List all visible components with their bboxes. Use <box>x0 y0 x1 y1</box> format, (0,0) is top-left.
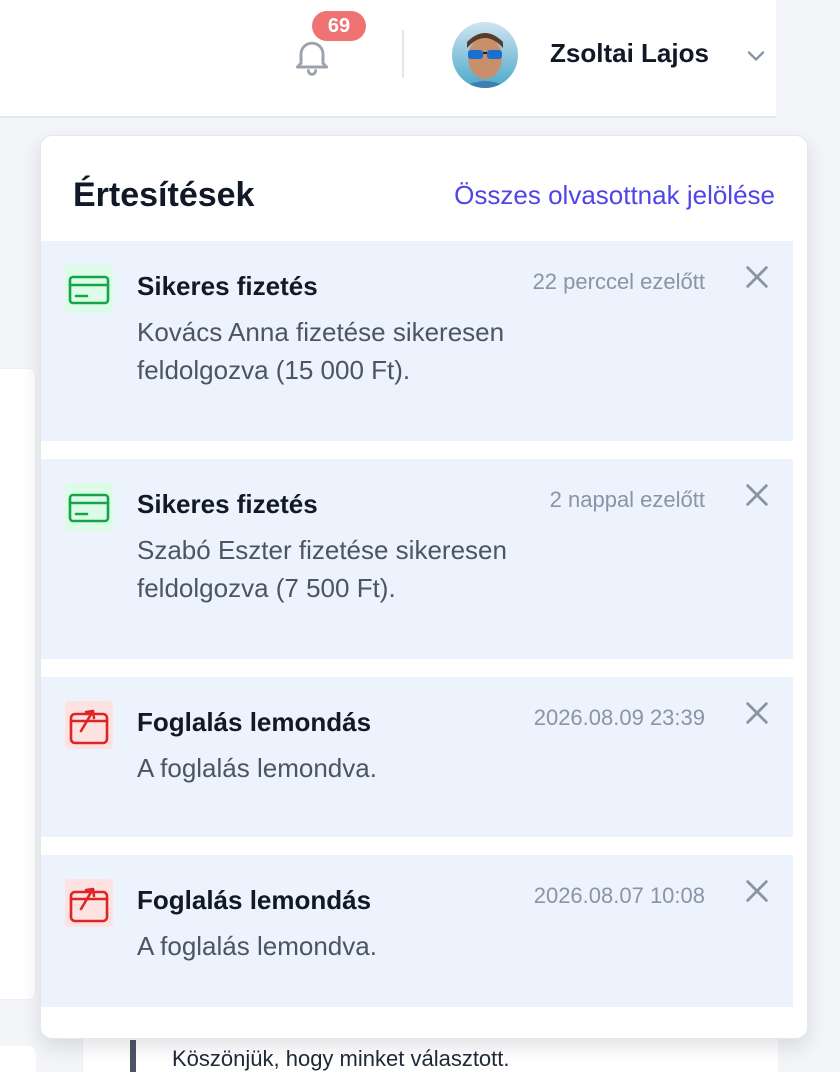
mark-all-read-link[interactable]: Összes olvasottnak jelölése <box>454 180 775 211</box>
notification-time: 2 nappal ezelőtt <box>549 487 705 512</box>
avatar[interactable] <box>452 22 518 88</box>
background-card <box>0 1046 36 1072</box>
panel-title: Értesítések <box>73 176 255 214</box>
close-icon <box>746 484 768 506</box>
notification-body: A foglalás lemondva. <box>137 753 377 783</box>
background-card <box>0 368 36 1000</box>
quote-bar <box>130 1040 136 1072</box>
dismiss-notification-button[interactable] <box>743 699 771 727</box>
close-icon <box>746 266 768 288</box>
notification-item[interactable]: Foglalás lemondás 2026.08.07 10:08 A fog… <box>41 855 793 1007</box>
close-icon <box>746 702 768 724</box>
credit-card-icon <box>65 265 113 313</box>
notification-count-badge: 69 <box>312 11 366 41</box>
notification-title: Foglalás lemondás <box>137 885 372 915</box>
notification-body: Szabó Eszter fizetése sikeresen feldolgo… <box>137 535 507 603</box>
calendar-cancel-icon <box>65 701 113 749</box>
notification-item[interactable]: Foglalás lemondás 2026.08.09 23:39 A fog… <box>41 677 793 837</box>
user-name[interactable]: Zsoltai Lajos <box>550 38 709 69</box>
dismiss-notification-button[interactable] <box>743 481 771 509</box>
top-bar: 69 Zsoltai Lajos <box>0 0 776 118</box>
background-quote-text: Köszönjük, hogy minket választott. <box>172 1046 510 1071</box>
notification-title: Sikeres fizetés <box>137 489 318 519</box>
chevron-down-icon <box>747 51 765 61</box>
notification-title: Foglalás lemondás <box>137 707 372 737</box>
notifications-panel: Értesítések Összes olvasottnak jelölése … <box>40 135 808 1039</box>
notification-item[interactable]: Sikeres fizetés 22 perccel ezelőtt Kovác… <box>41 241 793 441</box>
header-divider <box>402 30 404 78</box>
notification-time: 2026.08.07 10:08 <box>533 883 705 908</box>
notification-body: Kovács Anna fizetése sikeresen feldolgoz… <box>137 317 505 385</box>
notification-item[interactable]: Sikeres fizetés 2 nappal ezelőtt Szabó E… <box>41 459 793 659</box>
user-menu-toggle[interactable] <box>742 42 770 70</box>
close-icon <box>746 880 768 902</box>
notification-body: A foglalás lemondva. <box>137 931 377 961</box>
dismiss-notification-button[interactable] <box>743 263 771 291</box>
calendar-cancel-icon <box>65 879 113 927</box>
notification-time: 22 perccel ezelőtt <box>532 269 705 294</box>
dismiss-notification-button[interactable] <box>743 877 771 905</box>
notification-time: 2026.08.09 23:39 <box>533 705 705 730</box>
notification-title: Sikeres fizetés <box>137 271 318 301</box>
credit-card-icon <box>65 483 113 531</box>
